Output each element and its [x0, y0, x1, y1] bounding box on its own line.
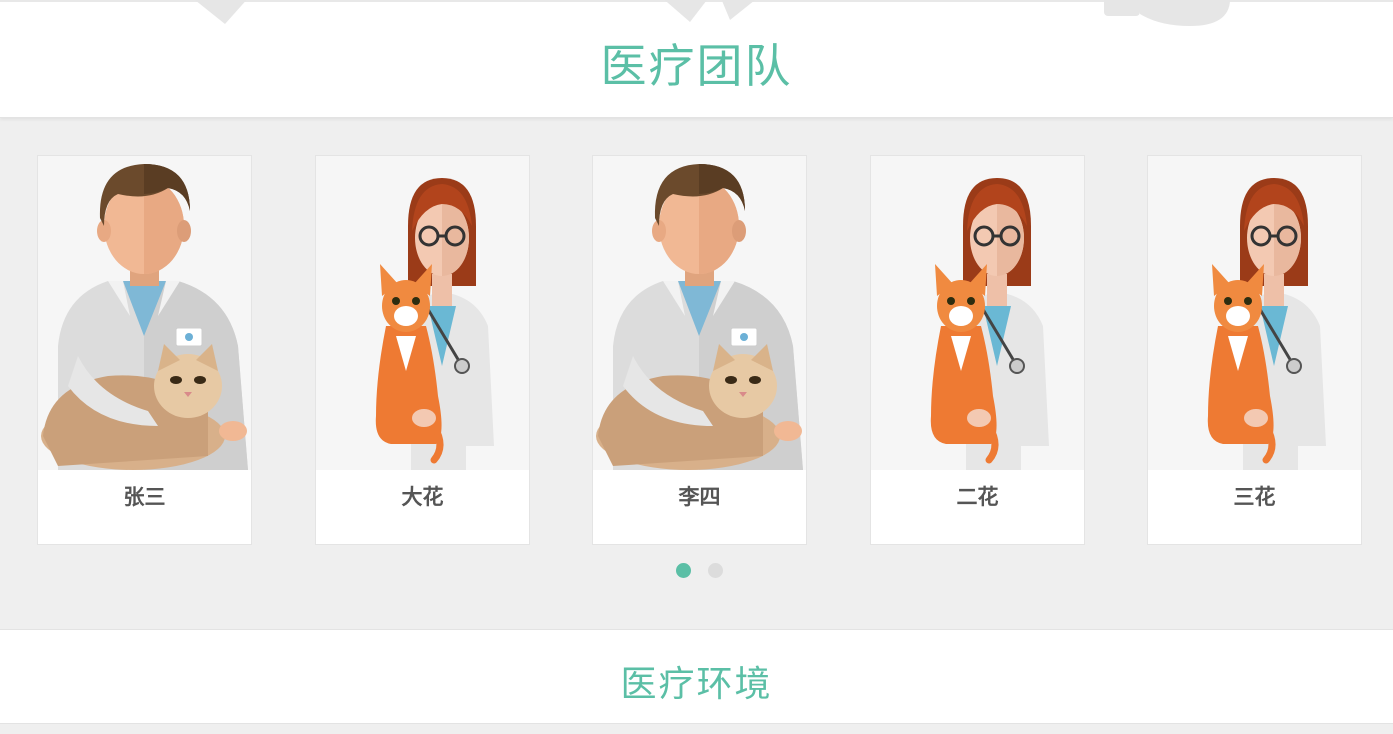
vet-avatar [593, 156, 806, 470]
male-vet-with-cat-icon [593, 156, 806, 470]
member-name: 张三 [123, 485, 166, 509]
team-section-header: 医疗团队 [0, 0, 1393, 118]
team-card[interactable]: 三花 [1147, 155, 1362, 545]
vet-avatar [871, 156, 1084, 470]
female-vet-with-orange-cat-icon [871, 156, 1084, 470]
member-name: 大花 [401, 485, 444, 509]
carousel-dot-2[interactable] [708, 563, 723, 578]
team-card[interactable]: 李四 [592, 155, 807, 545]
vet-avatar [38, 156, 251, 470]
member-name: 李四 [678, 485, 721, 509]
female-vet-with-orange-cat-icon [1148, 156, 1361, 470]
carousel-pagination [0, 563, 1393, 579]
team-carousel: 张三 大花 李四 二花 三花 [0, 155, 1393, 545]
female-vet-with-orange-cat-icon [316, 156, 529, 470]
vet-avatar [316, 156, 529, 470]
vet-avatar [1148, 156, 1361, 470]
team-card[interactable]: 二花 [870, 155, 1085, 545]
member-name: 二花 [956, 485, 999, 509]
team-card[interactable]: 张三 [37, 155, 252, 545]
decorative-shape-icon [195, 0, 247, 24]
member-name: 三花 [1233, 485, 1276, 509]
carousel-dot-1[interactable] [676, 563, 691, 578]
team-card[interactable]: 大花 [315, 155, 530, 545]
section-title-team: 医疗团队 [600, 39, 793, 93]
decorative-shape-icon [664, 0, 755, 22]
decorative-shape-icon [1104, 0, 1230, 26]
section-title-environment: 医疗环境 [620, 664, 773, 705]
male-vet-with-cat-icon [38, 156, 251, 470]
